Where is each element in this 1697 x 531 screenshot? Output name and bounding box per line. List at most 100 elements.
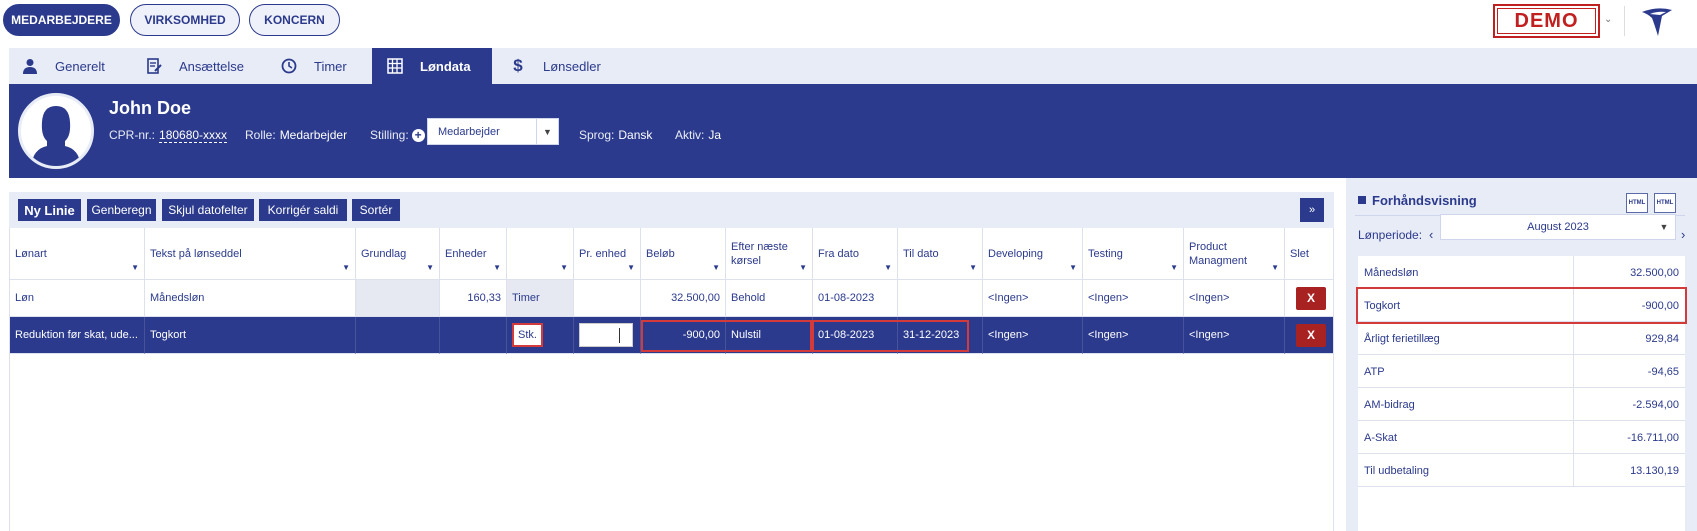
html-export-icon[interactable]: HTML (1654, 193, 1676, 213)
filter-icon[interactable]: ▼ (627, 261, 635, 275)
cell-pr-enhed[interactable] (574, 317, 641, 354)
period-select[interactable]: August 2023 ▼ (1440, 214, 1676, 240)
cell-fra-dato[interactable]: 01-08-2023 (813, 280, 898, 317)
recalc-button[interactable]: Genberegn (87, 199, 156, 221)
filter-icon[interactable]: ▼ (1170, 261, 1178, 275)
cell-tekst[interactable]: Togkort (145, 317, 356, 354)
cell-product[interactable]: <Ingen> (1184, 280, 1285, 317)
company-logo-icon[interactable] (1640, 6, 1674, 38)
hide-dates-button[interactable]: Skjul datofelter (162, 199, 254, 221)
position-select[interactable]: Medarbejder ▼ (427, 118, 559, 145)
demo-label: DEMO (1497, 8, 1596, 34)
filter-icon[interactable]: ▼ (799, 261, 807, 275)
delete-row-button[interactable]: X (1296, 323, 1326, 347)
tab-ansaettelse[interactable]: Ansættelse (145, 48, 273, 84)
chevron-left-icon[interactable]: ‹ (1429, 227, 1433, 242)
filter-icon[interactable]: ▼ (560, 261, 568, 275)
cell-tekst[interactable]: Månedsløn (145, 280, 356, 317)
new-line-button[interactable]: Ny Linie (18, 199, 81, 221)
person-icon (21, 57, 39, 75)
dollar-icon: $ (513, 56, 523, 75)
tab-label: Løndata (420, 58, 471, 74)
column-header-tekst[interactable]: Tekst på lønseddel ▼ (145, 228, 356, 280)
preview-panel: Forhåndsvisning HTML HTML Lønperiode: ‹ … (1346, 178, 1697, 531)
period-select-value: August 2023 (1527, 221, 1589, 233)
filter-icon[interactable]: ▼ (712, 261, 720, 275)
sort-button[interactable]: Sortér (352, 199, 400, 221)
tab-londata[interactable]: Løndata (372, 48, 492, 84)
column-header-testing[interactable]: Testing ▼ (1083, 228, 1184, 280)
cell-lonart[interactable]: Løn (10, 280, 145, 317)
filter-icon[interactable]: ▼ (1069, 261, 1077, 275)
tab-label: Ansættelse (179, 58, 245, 74)
tab-timer[interactable]: Timer (280, 48, 380, 84)
filter-icon[interactable]: ▼ (884, 261, 892, 275)
filter-icon[interactable]: ▼ (969, 261, 977, 275)
active-label: Aktiv: (675, 128, 705, 142)
correct-balance-button[interactable]: Korrigér saldi (259, 199, 347, 221)
cell-enheder[interactable]: 160,33 (440, 280, 507, 317)
avatar (18, 93, 94, 169)
cell-developing[interactable]: <Ingen> (983, 317, 1083, 354)
preview-list: Månedsløn 32.500,00 Togkort -900,00 Årligt… (1356, 256, 1687, 531)
column-header-grundlag[interactable]: Grundlag ▼ (356, 228, 440, 280)
column-header-product[interactable]: Product Managment ▼ (1184, 228, 1285, 280)
column-header-efter-naeste-korsel[interactable]: Efter næste kørsel ▼ (726, 228, 813, 280)
chevron-down-icon: ▼ (536, 119, 558, 144)
chevron-right-icon[interactable]: › (1681, 227, 1685, 242)
tab-generelt[interactable]: Generelt (21, 48, 151, 84)
column-header-pr-enhed[interactable]: Pr. enhed ▼ (574, 228, 641, 280)
cell-til-dato[interactable] (898, 280, 983, 317)
cell-pr-enhed[interactable] (574, 280, 641, 317)
filter-icon[interactable]: ▼ (131, 261, 139, 275)
top-bar: MEDARBEJDERE VIRKSOMHED KONCERN DEMO ⌄ (0, 0, 1697, 44)
filter-icon[interactable]: ▼ (1271, 261, 1279, 275)
item-label: Til udbetaling (1364, 464, 1430, 477)
html-export-icon[interactable]: HTML (1626, 193, 1648, 213)
cell-efter[interactable]: Behold (726, 280, 813, 317)
position-field: Stilling: + (370, 127, 425, 143)
cell-product[interactable]: <Ingen> (1184, 317, 1285, 354)
cell-enheder[interactable] (440, 317, 507, 354)
filter-icon[interactable]: ▼ (493, 261, 501, 275)
cpr-value[interactable]: 180680-xxxx (159, 128, 228, 143)
demo-badge[interactable]: DEMO (1493, 4, 1600, 38)
column-header-enhed-type[interactable]: ▼ (507, 228, 574, 280)
item-value: -94,65 (1647, 365, 1679, 378)
cell-enhed-type[interactable]: Stk. (507, 317, 574, 354)
tab-lonsedler[interactable]: $ Lønsedler (509, 48, 629, 84)
role-field: Rolle: Medarbejder (245, 127, 347, 143)
cell-lonart[interactable]: Reduktion før skat, ude... (10, 317, 145, 354)
pr-enhed-input[interactable] (579, 323, 633, 347)
filter-icon[interactable]: ▼ (426, 261, 434, 275)
column-header-enheder[interactable]: Enheder ▼ (440, 228, 507, 280)
column-header-developing[interactable]: Developing ▼ (983, 228, 1083, 280)
column-header-fra-dato[interactable]: Fra dato ▼ (813, 228, 898, 280)
expand-icon[interactable]: » (1300, 198, 1324, 222)
nav-medarbejdere-button[interactable]: MEDARBEJDERE (3, 4, 120, 36)
cell-testing[interactable]: <Ingen> (1083, 317, 1184, 354)
chevron-down-icon: ▼ (1659, 222, 1669, 232)
nav-virksomhed-button[interactable]: VIRKSOMHED (130, 4, 240, 36)
filter-icon[interactable]: ▼ (342, 261, 350, 275)
cell-developing[interactable]: <Ingen> (983, 280, 1083, 317)
language-label: Sprog: (579, 128, 615, 142)
add-position-icon[interactable]: + (411, 128, 425, 142)
cell-belob[interactable]: 32.500,00 (641, 280, 726, 317)
column-header-lonart[interactable]: Lønart ▼ (10, 228, 145, 280)
highlight-box (1356, 287, 1687, 324)
nav-koncern-button[interactable]: KONCERN (249, 4, 340, 36)
column-header-til-dato[interactable]: Til dato ▼ (898, 228, 983, 280)
column-header-belob[interactable]: Beløb ▼ (641, 228, 726, 280)
item-label: Månedsløn (1364, 266, 1419, 279)
cell-enhed-type: Timer (507, 280, 574, 317)
cell-slet: X (1285, 280, 1333, 317)
clock-icon (280, 57, 298, 75)
grid-toolbar: Ny Linie Genberegn Skjul datofelter Korr… (9, 192, 1334, 228)
cell-testing[interactable]: <Ingen> (1083, 280, 1184, 317)
chevron-down-icon[interactable]: ⌄ (1604, 14, 1612, 25)
role-label: Rolle: (245, 128, 276, 142)
enhed-type-select[interactable]: Stk. (512, 323, 543, 347)
delete-row-button[interactable]: X (1296, 286, 1326, 310)
cell-slet: X (1285, 317, 1333, 354)
